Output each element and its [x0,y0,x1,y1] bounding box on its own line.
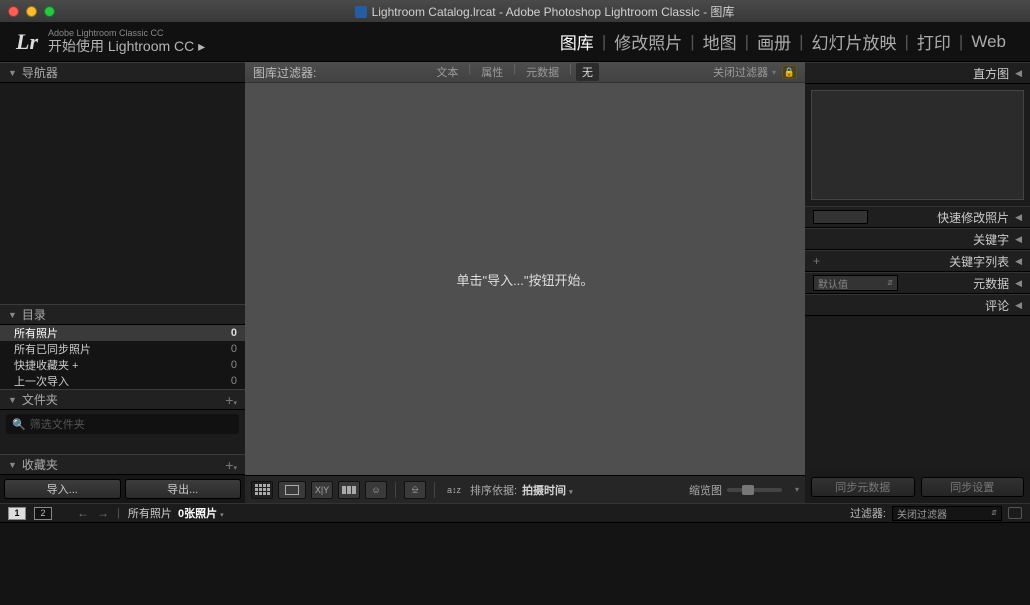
disclosure-triangle-icon: ▼ [8,310,17,320]
nav-forward-button[interactable]: → [97,506,109,520]
center-area: 图库过滤器: 文本|属性|元数据|无 关闭过滤器 ▾ 🔒 单击"导入..."按钮… [245,62,805,503]
filter-lock-icon[interactable]: 🔒 [782,65,797,79]
main-window-button[interactable]: 1 [8,507,26,520]
left-panel: ▼导航器 ▼目录 所有照片0所有已同步照片0快捷收藏夹 +0上一次导入0 ▼文件… [0,62,245,503]
filmstrip-source[interactable]: 所有照片 0张照片 ▾ [128,505,224,521]
close-filter-button[interactable]: 关闭过滤器 [713,64,768,80]
compare-view-button[interactable]: X|Y [311,481,333,499]
collections-header[interactable]: ▼收藏夹+▾ [0,454,245,475]
filter-tab[interactable]: 文本 [430,63,464,81]
add-keyword-button[interactable]: + [813,254,820,268]
people-view-button[interactable]: ☺ [365,481,387,499]
disclosure-triangle-icon: ◀ [1015,278,1022,289]
right-panel: 直方图◀ 快速修改照片◀ 关键字◀ +关键字列表◀ 默认值⇵元数据◀ 评论◀ 同… [805,62,1030,503]
sort-value[interactable]: 拍摄时间 ▾ [522,482,573,498]
filter-tab[interactable]: 元数据 [520,63,565,81]
module-Web[interactable]: Web [963,32,1014,52]
sync-settings-button[interactable]: 同步设置 [921,477,1025,497]
rgb-readout [813,210,868,224]
module-修改照片[interactable]: 修改照片 [606,29,690,54]
toolbar: X|Y ☺ ⎒ a↕z 排序依据: 拍摄时间 ▾ 缩览图 ▾ [245,475,805,503]
library-filter-bar: 图库过滤器: 文本|属性|元数据|无 关闭过滤器 ▾ 🔒 [245,62,805,83]
metadata-header[interactable]: 默认值⇵元数据◀ [805,272,1030,294]
grid-canvas[interactable]: 单击"导入..."按钮开始。 [245,83,805,475]
folder-search-input[interactable]: 🔍筛选文件夹 [6,414,239,434]
module-地图[interactable]: 地图 [695,29,745,54]
module-幻灯片放映[interactable]: 幻灯片放映 [804,29,905,54]
right-panel-spacer [805,316,1030,471]
sort-direction-button[interactable]: a↕z [443,481,465,499]
folders-header[interactable]: ▼文件夹+▾ [0,389,245,410]
filter-switch[interactable] [1008,507,1022,519]
grid-button-icon[interactable] [60,509,69,518]
filter-label: 图库过滤器: [253,64,316,81]
module-picker: 图库|修改照片|地图|画册|幻灯片放映|打印|Web [552,29,1014,54]
sort-label: 排序依据: [470,482,517,498]
empty-state-message: 单击"导入..."按钮开始。 [456,270,593,289]
cc-link[interactable]: 开始使用 Lightroom CC ▸ [48,39,205,54]
catalog-list: 所有照片0所有已同步照片0快捷收藏夹 +0上一次导入0 [0,325,245,389]
app-header: Lr Adobe Lightroom Classic CC 开始使用 Light… [0,22,1030,62]
disclosure-triangle-icon: ◀ [1015,212,1022,223]
painter-tool[interactable]: ⎒ [404,481,426,499]
comments-header[interactable]: 评论◀ [805,294,1030,316]
catalog-item[interactable]: 所有照片0 [0,325,245,341]
secondary-toolbar: 1 2 ← → | 所有照片 0张照片 ▾ 过滤器: 关闭过滤器⇵ [0,503,1030,523]
disclosure-triangle-icon: ◀ [1015,234,1022,245]
grid-view-button[interactable] [251,481,273,499]
filter-tab[interactable]: 无 [576,63,599,81]
filmstrip[interactable] [0,523,1030,605]
catalog-item[interactable]: 上一次导入0 [0,373,245,389]
filter-label: 过滤器: [850,505,886,521]
disclosure-triangle-icon: ▼ [8,395,17,405]
filter-preset-menu[interactable]: ▾ [772,68,776,77]
filter-preset-select[interactable]: 关闭过滤器⇵ [892,506,1002,521]
separator: | [468,63,471,81]
second-window-button[interactable]: 2 [34,507,52,520]
disclosure-triangle-icon: ▼ [8,68,17,78]
navigator-preview[interactable] [0,83,245,304]
add-collection-button[interactable]: +▾ [225,457,237,473]
nav-back-button[interactable]: ← [77,506,89,520]
add-folder-button[interactable]: +▾ [225,392,237,408]
keyword-list-header[interactable]: +关键字列表◀ [805,250,1030,272]
metadata-preset-select[interactable]: 默认值⇵ [813,275,898,291]
disclosure-triangle-icon: ◀ [1015,256,1022,267]
toolbar-menu[interactable]: ▾ [795,485,799,494]
search-icon: 🔍 [12,418,26,431]
loupe-view-button[interactable] [278,481,306,499]
import-button[interactable]: 导入... [4,479,121,499]
keywording-header[interactable]: 关键字◀ [805,228,1030,250]
window-zoom-button[interactable] [44,6,55,17]
disclosure-triangle-icon: ▼ [8,460,17,470]
module-打印[interactable]: 打印 [909,29,959,54]
window-title: Lightroom Catalog.lrcat - Adobe Photosho… [67,3,1022,20]
filter-tab[interactable]: 属性 [475,63,509,81]
catalog-header[interactable]: ▼目录 [0,304,245,325]
app-icon [355,6,367,18]
disclosure-triangle-icon: ◀ [1015,68,1022,79]
quick-develop-header[interactable]: 快速修改照片◀ [805,206,1030,228]
histogram-header[interactable]: 直方图◀ [805,62,1030,84]
disclosure-triangle-icon: ◀ [1015,300,1022,311]
module-图库[interactable]: 图库 [552,29,602,54]
navigator-header[interactable]: ▼导航器 [0,62,245,83]
window-minimize-button[interactable] [26,6,37,17]
module-画册[interactable]: 画册 [749,29,799,54]
window-close-button[interactable] [8,6,19,17]
catalog-item[interactable]: 快捷收藏夹 +0 [0,357,245,373]
lightroom-logo: Lr [16,29,38,55]
thumbnail-slider[interactable] [727,488,782,492]
separator: | [569,63,572,81]
export-button[interactable]: 导出... [125,479,242,499]
separator: | [513,63,516,81]
catalog-item[interactable]: 所有已同步照片0 [0,341,245,357]
title-bar: Lightroom Catalog.lrcat - Adobe Photosho… [0,0,1030,22]
survey-view-button[interactable] [338,481,360,499]
thumbnail-size-label: 缩览图 [689,482,722,498]
histogram-view[interactable] [811,90,1024,200]
sync-metadata-button[interactable]: 同步元数据 [811,477,915,497]
